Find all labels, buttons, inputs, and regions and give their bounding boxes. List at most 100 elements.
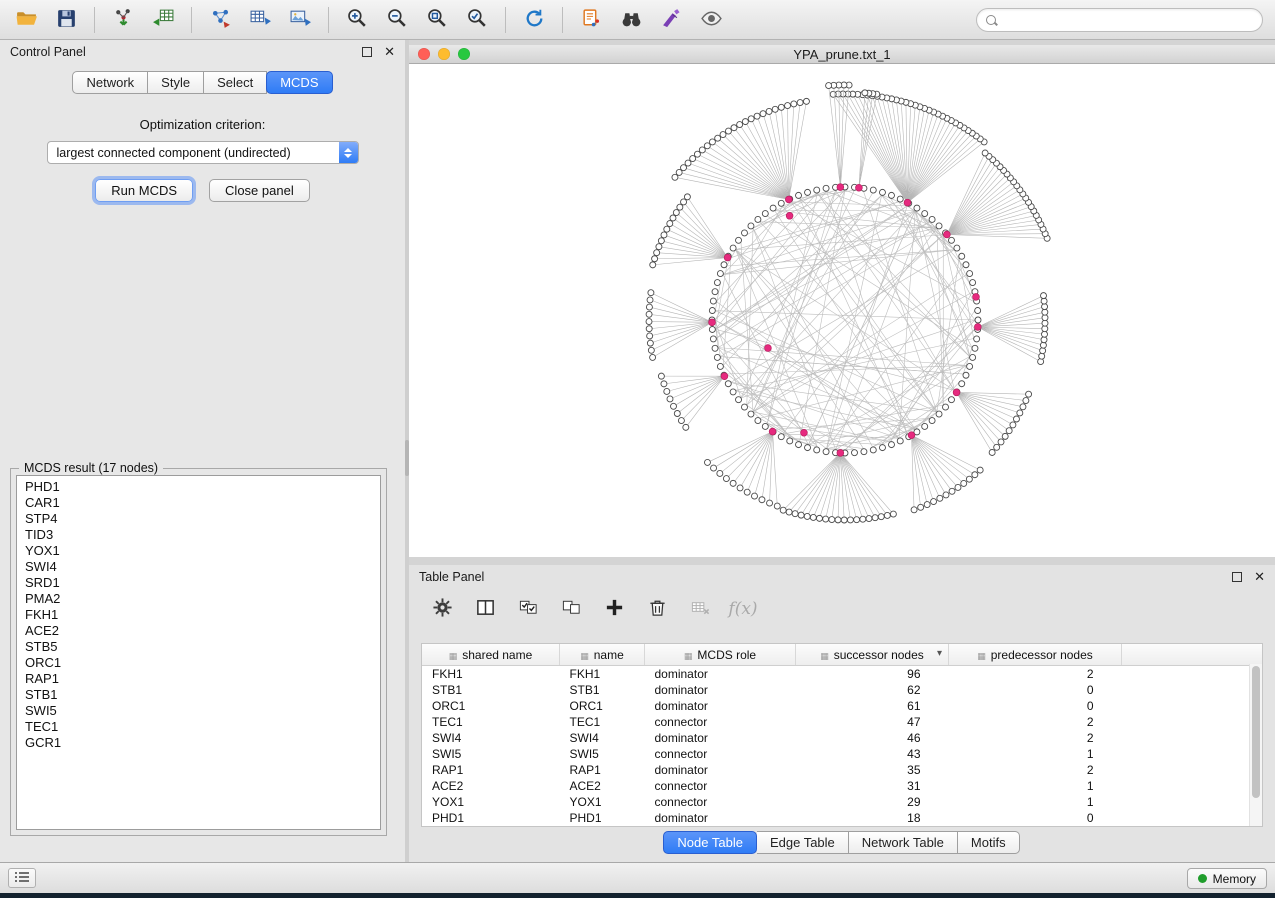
mcds-result-item[interactable]: ACE2 xyxy=(25,623,380,639)
table-row[interactable]: STB1STB1dominator620 xyxy=(422,682,1262,698)
function-builder-button[interactable]: f(x) xyxy=(730,596,756,622)
chevron-down-icon[interactable]: ▾ xyxy=(937,648,942,659)
column-header-name[interactable]: ▦name xyxy=(560,644,645,666)
table-scrollbar-thumb[interactable] xyxy=(1252,666,1260,798)
table-settings-button[interactable] xyxy=(429,596,455,622)
open-file-button[interactable] xyxy=(6,4,46,36)
table-row[interactable]: SWI5SWI5connector431 xyxy=(422,746,1262,762)
deselect-all-icon xyxy=(561,597,582,621)
table-cell xyxy=(1122,746,1263,762)
run-mcds-button[interactable]: Run MCDS xyxy=(95,179,193,202)
tab-network[interactable]: Network xyxy=(72,71,148,94)
close-table-panel-icon[interactable]: ✕ xyxy=(1254,572,1265,582)
float-panel-icon[interactable] xyxy=(362,47,372,57)
column-header-MCDS-role[interactable]: ▦MCDS role xyxy=(645,644,796,666)
table-cell: RAP1 xyxy=(422,762,560,778)
table-scrollbar[interactable] xyxy=(1249,664,1262,826)
export-image-icon xyxy=(289,7,312,33)
select-all-rows-button[interactable] xyxy=(515,596,541,622)
tab-style[interactable]: Style xyxy=(148,71,204,94)
network-canvas[interactable] xyxy=(409,64,1275,558)
tab-select[interactable]: Select xyxy=(204,71,267,94)
column-header-shared-name[interactable]: ▦shared name xyxy=(422,644,560,666)
table-cell: 62 xyxy=(796,682,949,698)
filter-button[interactable] xyxy=(651,4,691,36)
memory-status-icon xyxy=(1198,874,1207,883)
delete-table-button[interactable] xyxy=(687,596,713,622)
mcds-result-item[interactable]: FKH1 xyxy=(25,607,380,623)
export-network-button[interactable] xyxy=(200,4,240,36)
network-window: YPA_prune.txt_1 xyxy=(409,45,1275,557)
show-columns-button[interactable] xyxy=(472,596,498,622)
table-cell: SWI5 xyxy=(560,746,645,762)
table-row[interactable]: ACE2ACE2connector311 xyxy=(422,778,1262,794)
table-tab-node-table[interactable]: Node Table xyxy=(663,831,757,854)
delete-columns-button[interactable] xyxy=(644,596,670,622)
table-row[interactable]: ORC1ORC1dominator610 xyxy=(422,698,1262,714)
mcds-result-item[interactable]: PMA2 xyxy=(25,591,380,607)
horizontal-splitter[interactable] xyxy=(409,557,1275,565)
close-panel-button[interactable]: Close panel xyxy=(209,179,310,202)
import-network-button[interactable] xyxy=(103,4,143,36)
table-row[interactable]: YOX1YOX1connector291 xyxy=(422,794,1262,810)
panel-menu-button[interactable] xyxy=(8,868,36,888)
mcds-result-item[interactable]: SWI4 xyxy=(25,559,380,575)
add-column-button[interactable] xyxy=(601,596,627,622)
import-table-button[interactable] xyxy=(143,4,183,36)
search-input[interactable] xyxy=(1002,12,1262,29)
network-graph[interactable] xyxy=(409,64,1275,558)
toolbar-separator xyxy=(191,7,192,33)
zoom-fit-icon xyxy=(426,7,449,33)
import-network-icon xyxy=(112,7,135,33)
mcds-result-item[interactable]: SWI5 xyxy=(25,703,380,719)
zoom-in-button[interactable] xyxy=(337,4,377,36)
memory-button[interactable]: Memory xyxy=(1187,868,1267,889)
network-window-titlebar[interactable]: YPA_prune.txt_1 xyxy=(409,45,1275,64)
column-header-predecessor-nodes[interactable]: ▦predecessor nodes xyxy=(949,644,1122,666)
deselect-all-rows-button[interactable] xyxy=(558,596,584,622)
find-button[interactable] xyxy=(611,4,651,36)
table-tab-network-table[interactable]: Network Table xyxy=(849,831,958,854)
zoom-selected-button[interactable] xyxy=(457,4,497,36)
table-cell xyxy=(1122,698,1263,714)
float-table-panel-icon[interactable] xyxy=(1232,572,1242,582)
mcds-result-list[interactable]: PHD1CAR1STP4TID3YOX1SWI4SRD1PMA2FKH1ACE2… xyxy=(16,475,381,830)
table-cell: STB1 xyxy=(560,682,645,698)
toolbar-separator xyxy=(328,7,329,33)
mcds-result-item[interactable]: RAP1 xyxy=(25,671,380,687)
mcds-result-item[interactable]: ORC1 xyxy=(25,655,380,671)
table-row[interactable]: SWI4SWI4dominator462 xyxy=(422,730,1262,746)
close-panel-icon[interactable]: ✕ xyxy=(384,47,395,57)
zoom-out-button[interactable] xyxy=(377,4,417,36)
tab-mcds[interactable]: MCDS xyxy=(266,71,332,94)
mcds-result-item[interactable]: STB1 xyxy=(25,687,380,703)
mcds-result-item[interactable]: GCR1 xyxy=(25,735,380,751)
toolbar-separator xyxy=(505,7,506,33)
copy-style-button[interactable] xyxy=(571,4,611,36)
search-icon xyxy=(986,15,996,25)
mcds-result-item[interactable]: TEC1 xyxy=(25,719,380,735)
export-table-button[interactable] xyxy=(240,4,280,36)
overview-button[interactable] xyxy=(691,4,731,36)
export-table-icon xyxy=(249,7,272,33)
table-row[interactable]: RAP1RAP1dominator352 xyxy=(422,762,1262,778)
mcds-result-item[interactable]: PHD1 xyxy=(25,479,380,495)
criterion-dropdown[interactable]: largest connected component (undirected) xyxy=(47,141,359,164)
save-button[interactable] xyxy=(46,4,86,36)
table-row[interactable]: PHD1PHD1dominator180 xyxy=(422,810,1262,826)
mcds-result-item[interactable]: STB5 xyxy=(25,639,380,655)
export-image-button[interactable] xyxy=(280,4,320,36)
column-header-successor-nodes[interactable]: ▦successor nodes▾ xyxy=(796,644,949,666)
table-row[interactable]: TEC1TEC1connector472 xyxy=(422,714,1262,730)
table-row[interactable]: FKH1FKH1dominator962 xyxy=(422,666,1262,683)
mcds-result-item[interactable]: YOX1 xyxy=(25,543,380,559)
column-label: successor nodes xyxy=(834,648,924,662)
mcds-result-item[interactable]: SRD1 xyxy=(25,575,380,591)
mcds-result-item[interactable]: CAR1 xyxy=(25,495,380,511)
table-tab-edge-table[interactable]: Edge Table xyxy=(757,831,849,854)
mcds-result-item[interactable]: TID3 xyxy=(25,527,380,543)
apply-layout-button[interactable] xyxy=(514,4,554,36)
mcds-result-item[interactable]: STP4 xyxy=(25,511,380,527)
zoom-fit-button[interactable] xyxy=(417,4,457,36)
table-tab-motifs[interactable]: Motifs xyxy=(958,831,1020,854)
